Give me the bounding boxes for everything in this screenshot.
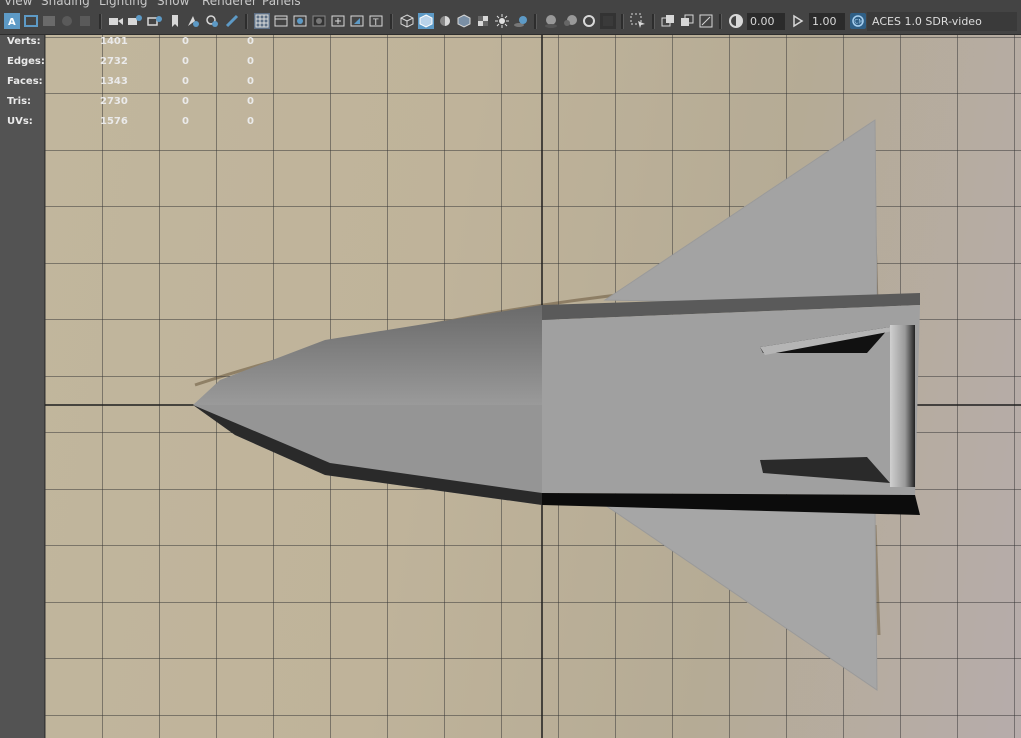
wireframe-on-shaded-icon[interactable]	[456, 13, 472, 29]
camera-lock-icon[interactable]	[147, 13, 163, 29]
wireframe-icon[interactable]	[399, 13, 415, 29]
hud-label: Tris:	[7, 96, 32, 107]
menu-shading[interactable]: Shading	[41, 0, 90, 8]
bookmark-flag-icon[interactable]	[167, 13, 183, 29]
xray-joints-icon[interactable]	[698, 13, 714, 29]
svg-text:A: A	[8, 17, 16, 28]
hud-value: 0	[247, 116, 254, 127]
menu-view[interactable]: View	[4, 0, 32, 8]
image-plane-icon[interactable]	[77, 13, 93, 29]
svg-text:T: T	[372, 18, 379, 28]
panel-menu-bar: View Shading Lighting Show Renderer Pane…	[0, 0, 1021, 8]
resolution-gate-icon[interactable]	[292, 13, 308, 29]
hud-value: 0	[182, 76, 189, 87]
hud-label: Verts:	[7, 36, 41, 47]
xray-active-components-icon[interactable]	[679, 13, 695, 29]
viewport-3d[interactable]	[45, 35, 1021, 738]
hud-value: 1576	[100, 116, 128, 127]
color-management-icon[interactable]: CM	[850, 13, 866, 29]
tool-sidebar	[0, 35, 45, 738]
select-camera-icon[interactable]	[23, 13, 39, 29]
gate-mask-icon[interactable]	[311, 13, 327, 29]
poly-count-hud: Verts: 1401 0 0 Edges: 2732 0 0 Faces: 1…	[0, 35, 260, 135]
hud-value: 1401	[100, 36, 128, 47]
film-gate-icon[interactable]	[273, 13, 289, 29]
menu-show[interactable]: Show	[157, 0, 189, 8]
screen-space-ao-icon[interactable]	[543, 13, 559, 29]
2d-pan-zoom-icon[interactable]	[108, 13, 124, 29]
hud-label: UVs:	[7, 116, 33, 127]
hud-label: Edges:	[7, 56, 45, 67]
grease-pencil-tool-icon[interactable]	[224, 13, 240, 29]
hud-value: 0	[247, 96, 254, 107]
pan-zoom-icon[interactable]	[204, 13, 220, 29]
hud-value: 0	[247, 36, 254, 47]
select-all-icon[interactable]: A	[4, 13, 20, 29]
hud-value: 0	[182, 56, 189, 67]
hud-value: 0	[182, 96, 189, 107]
engine-nozzle	[890, 325, 915, 487]
color-space-selector[interactable]: ACES 1.0 SDR-video (sRGB)	[867, 12, 1017, 47]
safe-action-icon[interactable]	[349, 13, 365, 29]
isolate-select-icon[interactable]	[630, 13, 646, 29]
exposure-field[interactable]: 0.00	[747, 13, 785, 30]
grease-pencil-icon[interactable]	[127, 13, 143, 29]
camera-attributes-icon[interactable]	[41, 13, 57, 29]
hud-value: 2732	[100, 56, 128, 67]
menu-lighting[interactable]: Lighting	[99, 0, 148, 8]
shadows-icon[interactable]	[513, 13, 529, 29]
image-plane-toggle-icon[interactable]	[185, 13, 201, 29]
field-chart-icon[interactable]	[330, 13, 346, 29]
grid-icon[interactable]	[254, 13, 270, 29]
menu-panels[interactable]: Panels	[262, 0, 301, 8]
textured-icon[interactable]	[475, 13, 491, 29]
menu-renderer[interactable]: Renderer	[202, 0, 257, 8]
viewport-canvas[interactable]	[45, 35, 1021, 738]
hud-value: 2730	[100, 96, 128, 107]
safe-title-icon[interactable]: T	[368, 13, 384, 29]
gamma-icon[interactable]	[790, 13, 806, 29]
depth-of-field-icon[interactable]	[600, 13, 616, 29]
smooth-shade-icon[interactable]	[418, 13, 434, 29]
hud-value: 0	[182, 116, 189, 127]
xray-icon[interactable]	[660, 13, 676, 29]
svg-text:CM: CM	[854, 19, 863, 26]
panel-toolbar: A T 0.00 1.00 CM ACES 1.0 SDR-video (sRG…	[0, 8, 1021, 47]
hud-value: 0	[247, 76, 254, 87]
hud-value: 1343	[100, 76, 128, 87]
motion-blur-icon[interactable]	[562, 13, 578, 29]
exposure-icon[interactable]	[728, 13, 744, 29]
hud-label: Faces:	[7, 76, 43, 87]
bookmark-icon[interactable]	[59, 13, 75, 29]
hud-value: 0	[182, 36, 189, 47]
multisample-aa-icon[interactable]	[581, 13, 597, 29]
use-default-material-icon[interactable]	[437, 13, 453, 29]
use-all-lights-icon[interactable]	[494, 13, 510, 29]
gamma-field[interactable]: 1.00	[809, 13, 845, 30]
hud-value: 0	[247, 56, 254, 67]
